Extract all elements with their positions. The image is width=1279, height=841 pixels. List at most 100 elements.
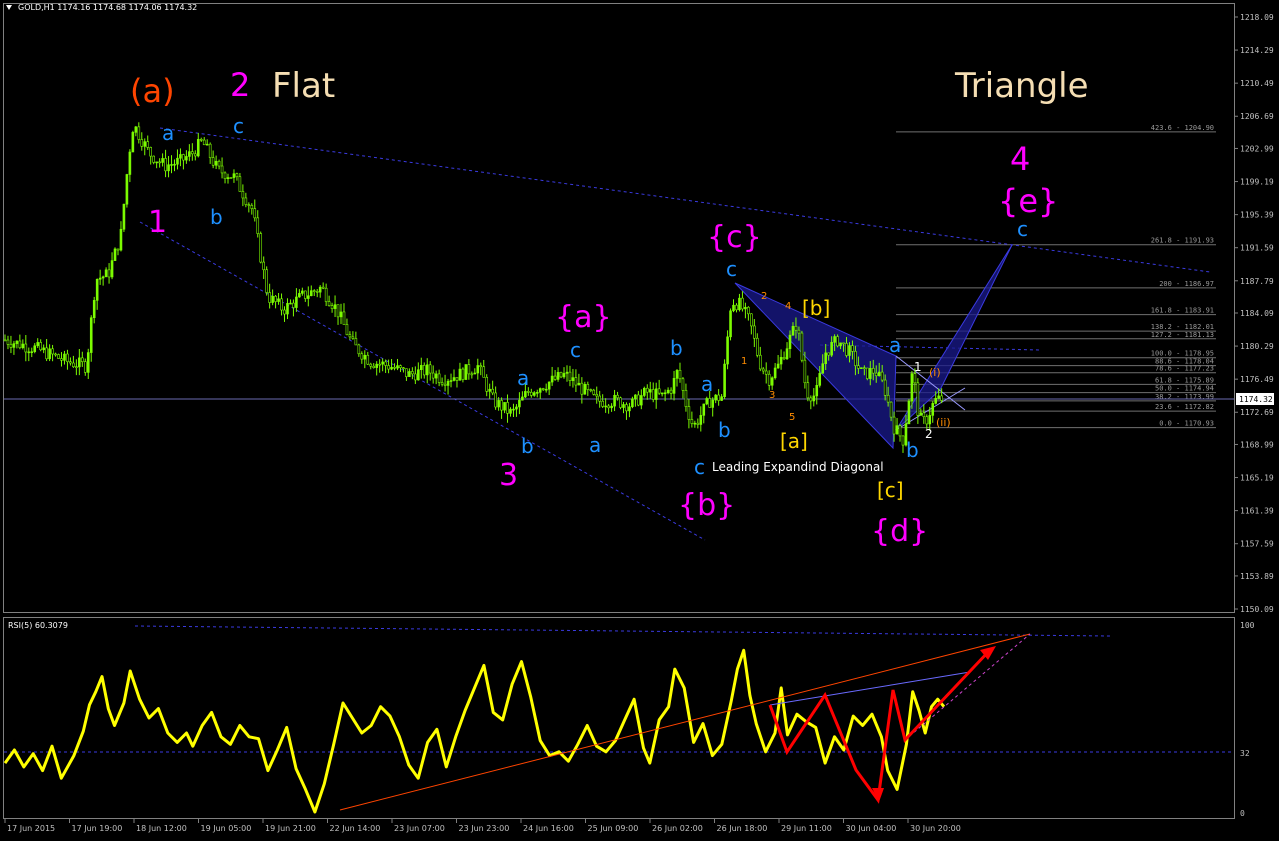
price-tick-label: 1199.19 [1240, 178, 1274, 187]
candle-body [220, 165, 224, 174]
header-text: GOLD,H1 1174.16 1174.68 1174.06 1174.32 [18, 3, 197, 12]
price-tick-label: 1210.49 [1240, 79, 1274, 88]
candle-body [57, 354, 60, 359]
time-tick-label: 19 Jun 05:00 [201, 824, 252, 833]
candle-body [149, 147, 153, 157]
candle-body [699, 415, 703, 425]
candle-body [419, 365, 423, 371]
candle-body [610, 405, 613, 409]
candle-body [464, 364, 468, 380]
candle-body [476, 365, 480, 374]
candle-body [625, 404, 628, 412]
candle-body [125, 174, 129, 205]
candle-body [161, 158, 164, 163]
candle-body [455, 377, 459, 381]
candle-body [36, 342, 40, 347]
candle-body [524, 391, 527, 398]
candle-body [387, 365, 390, 370]
candle-body [601, 400, 604, 407]
candle-body [758, 354, 762, 370]
candle-body [645, 387, 649, 393]
candle-body [113, 248, 117, 261]
candle-body [92, 300, 96, 319]
candle-body [205, 143, 209, 146]
candle-body [809, 397, 813, 402]
candle-body [458, 368, 462, 381]
candle-body [179, 154, 182, 159]
candle-body [687, 406, 691, 420]
candle-body [238, 176, 242, 192]
candle-body [779, 357, 783, 365]
candle-body [33, 345, 37, 352]
candle-body [637, 394, 640, 406]
candle-body [518, 399, 521, 408]
chart-window[interactable]: 1218.09 1214.29 1210.49 1206.69 1202.99 1199.… [0, 0, 1279, 837]
rsi-tick-label: 32 [1240, 749, 1250, 758]
candle-body [146, 141, 150, 148]
candle-body [532, 392, 536, 396]
wave-a-orange: (a) [130, 72, 175, 110]
candle-body [720, 396, 723, 401]
candle-body [886, 395, 890, 403]
candle-body [482, 366, 486, 378]
candle-body [89, 317, 93, 353]
sub-c-6: c [726, 257, 737, 281]
sub-a-7: a [889, 333, 901, 357]
wave-4: 4 [1010, 140, 1030, 178]
candle-body [390, 366, 393, 370]
candle-body [678, 370, 682, 380]
candle-body [761, 368, 765, 372]
candle-body [309, 290, 313, 297]
rsi-tick-label: 100 [1240, 621, 1255, 630]
sub-b-1: b [210, 205, 223, 229]
candle-body [604, 405, 607, 408]
candle-body [280, 298, 283, 311]
candle-body [791, 325, 795, 336]
candle-body [170, 164, 173, 166]
chart-svg[interactable]: 1218.09 1214.29 1210.49 1206.69 1202.99 1199.… [0, 0, 1279, 837]
candle-body [535, 392, 539, 394]
candle-body [253, 208, 257, 219]
candle-body [538, 388, 542, 393]
wave-e-braced: {e} [998, 182, 1058, 220]
candle-body [651, 389, 655, 400]
sub-b-5: b [718, 418, 731, 442]
candle-body [122, 203, 126, 230]
sub-b-4: b [670, 336, 683, 360]
candle-body [714, 394, 717, 401]
candle-body [393, 366, 396, 369]
candle-body [702, 403, 706, 416]
candle-body [461, 368, 465, 380]
candle-body [259, 233, 263, 263]
sub-a-1: a [162, 121, 174, 145]
price-tick-label: 1218.09 [1240, 13, 1274, 22]
candle-body [696, 422, 700, 425]
wave-1: 1 [148, 205, 167, 240]
candle-body [503, 402, 506, 411]
candle-body [541, 388, 545, 390]
candle-body [330, 305, 334, 309]
current-price-label: 1174.32 [1239, 395, 1273, 404]
candle-body [854, 351, 857, 366]
candle-body [9, 343, 13, 348]
candle-body [547, 381, 551, 390]
candle-body [530, 391, 533, 396]
candle-body [250, 205, 254, 209]
candle-body [729, 310, 732, 338]
candle-body [6, 339, 10, 345]
time-tick-label: 19 Jun 21:00 [265, 824, 316, 833]
price-tick-label: 1161.39 [1240, 507, 1274, 516]
wave-a-braced: {a} [555, 300, 612, 335]
candle-body [194, 153, 197, 157]
candle-body [452, 377, 456, 381]
candle-body [684, 390, 688, 407]
candle-body [333, 304, 337, 309]
diag-4: 4 [785, 301, 791, 312]
candle-body [327, 301, 331, 306]
candle-body [381, 361, 384, 365]
candle-body [613, 394, 616, 407]
candle-body [922, 412, 926, 417]
candle-body [836, 336, 839, 347]
candle-body [45, 347, 48, 360]
candle-body [173, 163, 176, 166]
